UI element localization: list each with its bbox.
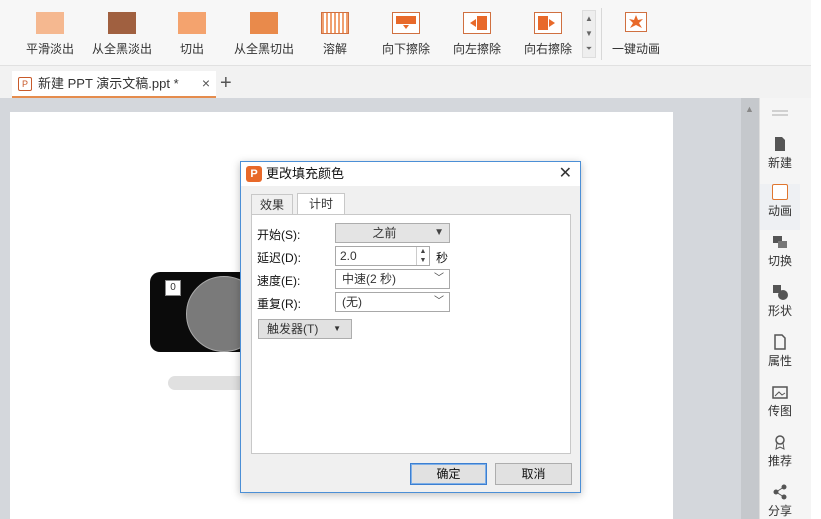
panel-item-recommend[interactable]: 推荐 [760, 434, 800, 480]
new-file-icon [772, 136, 788, 152]
close-tab-icon[interactable]: × [202, 71, 210, 96]
panel-item-share[interactable]: 分享 [760, 484, 800, 519]
burst-icon [625, 12, 647, 32]
panel-item-label: 新建 [767, 156, 792, 170]
right-side-panel: 新建 动画 切换 形状 属性 传图 推荐 分享 [759, 98, 811, 519]
cut-out-black-icon [250, 12, 278, 34]
anim-cut-out[interactable]: 切出 [156, 8, 228, 60]
transition-icon [772, 234, 788, 250]
panel-item-label: 分享 [767, 504, 792, 518]
ribbon-gallery-scroller[interactable]: ▲ ▼ ⏷ [582, 10, 596, 58]
wps-app-icon: P [246, 166, 262, 182]
anim-label: 平滑淡出 [25, 42, 74, 56]
scroll-down-icon[interactable]: ▼ [583, 26, 595, 41]
spin-buttons[interactable]: ▲ ▼ [416, 247, 429, 265]
repeat-select[interactable]: (无) ﹀ [335, 292, 450, 312]
panel-grip-icon [772, 110, 788, 112]
workspace-scrollbar[interactable]: ▲ [741, 98, 759, 519]
panel-item-new[interactable]: 新建 [760, 136, 800, 182]
ok-button[interactable]: 确定 [410, 463, 487, 485]
tab-effect[interactable]: 效果 [251, 194, 293, 215]
anim-wipe-left[interactable]: 向左擦除 [441, 8, 513, 60]
anim-label: 向右擦除 [523, 42, 572, 56]
fade-out-black-icon [108, 12, 136, 34]
panel-item-label: 动画 [767, 204, 792, 218]
anim-label: 切出 [179, 42, 204, 56]
anim-label: 向左擦除 [452, 42, 501, 56]
panel-item-shape[interactable]: 形状 [760, 284, 800, 330]
one-click-animation-button[interactable]: 一键动画 [600, 8, 672, 60]
animation-icon [772, 184, 788, 200]
panel-item-properties[interactable]: 属性 [760, 334, 800, 380]
scroll-up-icon[interactable]: ▲ [745, 104, 754, 114]
fade-out-smooth-icon [36, 12, 64, 34]
panel-item-label: 形状 [767, 304, 792, 318]
repeat-value: (无) [342, 295, 362, 309]
expand-gallery-icon[interactable]: ⏷ [583, 41, 595, 56]
add-tab-icon[interactable]: + [220, 70, 232, 96]
anim-wipe-down[interactable]: 向下擦除 [370, 8, 442, 60]
panel-item-label: 切换 [767, 254, 792, 268]
recommend-icon [772, 434, 788, 450]
document-tab[interactable]: P 新建 PPT 演示文稿.ppt * × [12, 71, 216, 98]
dissolve-icon [321, 12, 349, 34]
document-tab-title: 新建 PPT 演示文稿.ppt * [38, 76, 179, 91]
panel-item-animation[interactable]: 动画 [760, 184, 800, 230]
repeat-label: 重复(R): [257, 297, 301, 311]
document-tabbar: P 新建 PPT 演示文稿.ppt * × + [0, 66, 811, 98]
speed-select[interactable]: 中速(2 秒) ﹀ [335, 269, 450, 289]
dialog-titlebar[interactable]: P 更改填充颜色 ✕ [241, 162, 580, 186]
start-value: 之前 [372, 226, 397, 240]
trigger-button[interactable]: 触发器(T) ▼ [258, 319, 352, 339]
trigger-label: 触发器(T) [267, 322, 319, 336]
scroll-up-icon[interactable]: ▲ [583, 11, 595, 26]
shape-icon [772, 284, 788, 300]
anim-label: 从全黑淡出 [91, 42, 152, 56]
cut-out-icon [178, 12, 206, 34]
delay-value: 2.0 [340, 249, 357, 263]
start-select[interactable]: 之前 ▼ [335, 223, 450, 243]
anim-cut-out-black[interactable]: 从全黑切出 [228, 8, 300, 60]
speed-label: 速度(E): [257, 274, 301, 288]
anim-label: 向下擦除 [381, 42, 430, 56]
tab-timing[interactable]: 计时 [297, 193, 345, 215]
share-icon [772, 484, 788, 500]
panel-item-label: 传图 [767, 404, 792, 418]
change-fill-color-dialog: P 更改填充颜色 ✕ 效果 计时 开始(S): 之前 ▼ 延迟(D): 2.0 … [240, 161, 581, 493]
chevron-down-icon: ﹀ [434, 296, 444, 307]
animation-order-badge: 0 [165, 280, 181, 296]
wipe-right-icon [534, 12, 562, 34]
one-click-label: 一键动画 [611, 42, 660, 56]
ppt-file-icon: P [18, 77, 32, 91]
delay-stepper[interactable]: 2.0 ▲ ▼ [335, 246, 430, 266]
anim-fade-out-black[interactable]: 从全黑淡出 [86, 8, 158, 60]
panel-item-upload-image[interactable]: 传图 [760, 384, 800, 430]
double-chevron-down-icon: ▼ [333, 324, 341, 333]
panel-item-label: 推荐 [767, 454, 792, 468]
panel-item-transition[interactable]: 切换 [760, 234, 800, 280]
properties-icon [772, 334, 788, 350]
anim-label: 从全黑切出 [233, 42, 294, 56]
wipe-down-icon [392, 12, 420, 34]
speed-value: 中速(2 秒) [342, 272, 397, 286]
animation-ribbon: 平滑淡出 从全黑淡出 切出 从全黑切出 溶解 向下擦除 向左擦除 向右擦除 ▲ … [0, 0, 811, 66]
start-label: 开始(S): [257, 228, 301, 242]
dropdown-arrow-icon: ▼ [434, 227, 444, 238]
wipe-left-icon [463, 12, 491, 34]
panel-item-label: 属性 [767, 354, 792, 368]
anim-wipe-right[interactable]: 向右擦除 [512, 8, 584, 60]
cancel-button[interactable]: 取消 [495, 463, 572, 485]
anim-fade-out-smooth[interactable]: 平滑淡出 [14, 8, 86, 60]
anim-dissolve[interactable]: 溶解 [299, 8, 371, 60]
delay-label: 延迟(D): [257, 251, 301, 265]
chevron-down-icon: ﹀ [434, 273, 444, 284]
close-icon[interactable]: ✕ [559, 162, 572, 186]
image-icon [772, 384, 788, 400]
dialog-title: 更改填充颜色 [266, 166, 345, 181]
timing-pane: 开始(S): 之前 ▼ 延迟(D): 2.0 ▲ ▼ 秒 速度(E): 中速(2 … [251, 214, 571, 454]
delay-unit: 秒 [436, 251, 449, 265]
anim-label: 溶解 [322, 42, 347, 56]
